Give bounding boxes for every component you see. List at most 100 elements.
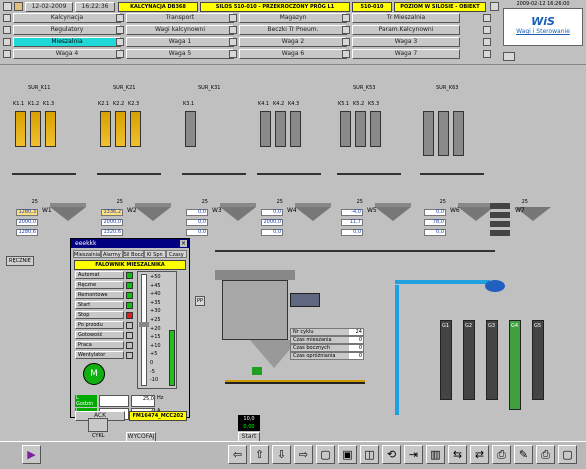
swap-icon[interactable]: ⇆ [448, 445, 467, 464]
scale-value[interactable]: 0,0 [186, 229, 208, 236]
nav-icon-row4-3[interactable] [342, 50, 350, 58]
silo[interactable] [115, 111, 126, 147]
nav-row2-0[interactable]: Regulatory [13, 25, 121, 35]
gauge-slider-track[interactable] [141, 274, 147, 386]
grid-icon[interactable]: ▥ [426, 445, 445, 464]
nav-icon-row2-3[interactable] [342, 26, 350, 34]
nav-row1-1[interactable]: Transport [126, 13, 234, 23]
silo[interactable] [100, 111, 111, 147]
state-button[interactable]: Stop [75, 311, 124, 319]
manual-mode-indicator[interactable]: RĘCZNIE [6, 256, 34, 266]
silo[interactable] [30, 111, 41, 147]
state-button[interactable]: Automat [75, 271, 124, 279]
silo[interactable] [130, 111, 141, 147]
gauge-slider-thumb[interactable] [139, 322, 149, 327]
bunker[interactable] [509, 320, 521, 410]
nav-row1-2[interactable]: Magazyn [239, 13, 347, 23]
silo[interactable] [453, 111, 464, 156]
dialog-tab[interactable]: Kl Spn [144, 250, 166, 258]
alarm-message[interactable]: SILOS 510-010 - PRZEKROCZONY PRÓG L1 [200, 2, 350, 12]
nav-icon-row3-2[interactable] [229, 38, 237, 46]
nav-icon-row3-0[interactable] [3, 38, 11, 46]
nav-icon-row3-1[interactable] [116, 38, 124, 46]
scale-value[interactable]: 11,7 [341, 219, 363, 226]
dialog-tab[interactable]: Alarmy [101, 250, 123, 258]
cycle-icon[interactable] [88, 418, 108, 432]
nav-row3-3[interactable]: Waga 3 [352, 37, 460, 47]
silo[interactable] [340, 111, 351, 147]
state-button[interactable]: Po przodu [75, 321, 124, 329]
state-button[interactable]: Start [75, 301, 124, 309]
nav-row2-2[interactable]: Beczki Tr Pneum. [239, 25, 347, 35]
silo[interactable] [185, 111, 196, 147]
silo[interactable] [45, 111, 56, 147]
state-button[interactable]: Remontowe [75, 291, 124, 299]
bunker[interactable] [486, 320, 498, 400]
scale-value[interactable]: -4,0 [341, 209, 363, 216]
silo[interactable] [438, 111, 449, 156]
scale-value[interactable]: 78,0 [424, 219, 446, 226]
close-icon[interactable]: × [180, 240, 187, 247]
dialog-tab[interactable]: Czasy [165, 250, 188, 258]
bunker[interactable] [440, 320, 452, 400]
printer-icon[interactable] [503, 52, 515, 61]
nav-row4-0[interactable]: Waga 4 [13, 49, 121, 59]
silo[interactable] [275, 111, 286, 147]
silo[interactable] [355, 111, 366, 147]
nav-row3-0[interactable]: Mieszalnia [13, 37, 121, 47]
scale-value[interactable]: 2000,0 [261, 219, 283, 226]
state-button[interactable]: Praca [75, 341, 124, 349]
bunker[interactable] [532, 320, 544, 400]
state-button[interactable]: Wentylator [75, 351, 124, 359]
silo[interactable] [15, 111, 26, 147]
nav-row2-3[interactable]: Param.Kalcynowni [352, 25, 460, 35]
alarm-code[interactable]: 510-010 [352, 2, 392, 12]
swap2-icon[interactable]: ⇄ [470, 445, 489, 464]
nav-row4-2[interactable]: Waga 6 [239, 49, 347, 59]
goto-icon[interactable]: ⇥ [404, 445, 423, 464]
menu-icon[interactable] [3, 2, 12, 11]
nav-row4-1[interactable]: Waga 5 [126, 49, 234, 59]
nav-row2-1[interactable]: Wagi kalcynowni [126, 25, 234, 35]
pp-button[interactable]: PP [195, 296, 206, 306]
scale-value[interactable]: 0,0 [186, 209, 208, 216]
tile-icon[interactable]: ◫ [360, 445, 379, 464]
nav-end-icon-1[interactable] [483, 26, 491, 34]
state-button[interactable]: Gotowość [75, 331, 124, 339]
nav-row4-3[interactable]: Waga 7 [352, 49, 460, 59]
undo-icon[interactable]: ⟲ [382, 445, 401, 464]
blank-icon[interactable]: ▢ [558, 445, 577, 464]
print2-icon[interactable]: ⎙ [536, 445, 555, 464]
scale-value[interactable]: 1320,6 [101, 229, 123, 236]
play-icon[interactable]: ▶ [22, 445, 41, 464]
scale-value[interactable]: 0,0 [186, 219, 208, 226]
window-icon[interactable]: ▢ [316, 445, 335, 464]
nav-icon-row1-3[interactable] [342, 14, 350, 22]
alarm-type[interactable]: POZIOM W SILOSIE - OBIEKT [394, 2, 486, 12]
nav-row3-2[interactable]: Waga 2 [239, 37, 347, 47]
alarm-ack-icon[interactable] [490, 2, 499, 11]
bunker[interactable] [463, 320, 475, 400]
scale-value[interactable]: 2000,0 [16, 219, 38, 226]
nav-row3-1[interactable]: Waga 1 [126, 37, 234, 47]
window2-icon[interactable]: ▣ [338, 445, 357, 464]
scale-value[interactable]: 0,0 [424, 209, 446, 216]
nav-end-icon-3[interactable] [483, 50, 491, 58]
scale-value[interactable]: 2000,0 [101, 219, 123, 226]
scale-value[interactable]: 0,0 [261, 209, 283, 216]
silo[interactable] [423, 111, 434, 156]
dialog-tab[interactable]: Mieszalnia [73, 250, 102, 258]
down-icon[interactable]: ⇩ [272, 445, 291, 464]
edit-icon[interactable]: ✎ [514, 445, 533, 464]
scale-value[interactable]: 1280,3 [16, 209, 38, 216]
state-button[interactable]: Ręczne [75, 281, 124, 289]
alarm-area[interactable]: KALCYNACJA DB368 [118, 2, 198, 12]
scale-value[interactable]: 1336,2 [101, 209, 123, 216]
dialog-tab[interactable]: Sil Bocz [122, 250, 145, 258]
up-icon[interactable]: ⇧ [250, 445, 269, 464]
nav-row1-3[interactable]: Tr Mieszalnia [352, 13, 460, 23]
mixer-valve[interactable] [252, 367, 262, 375]
nav-icon-row1-1[interactable] [116, 14, 124, 22]
nav-icon-row1-0[interactable] [3, 14, 11, 22]
silo[interactable] [260, 111, 271, 147]
